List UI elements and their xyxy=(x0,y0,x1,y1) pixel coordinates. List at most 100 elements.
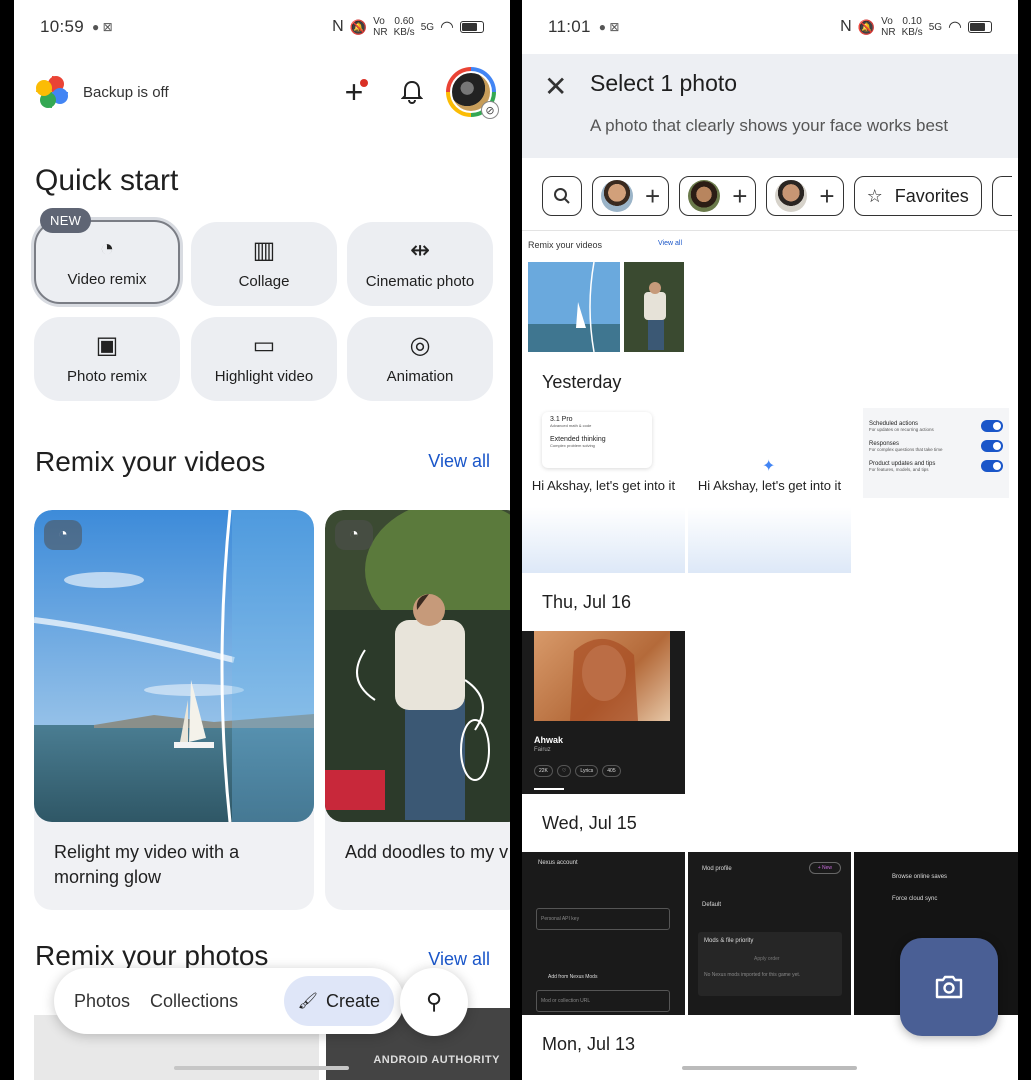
bottom-navigation: Photos Collections 🖌 Create xyxy=(54,968,404,1034)
doodle-image: ◔ xyxy=(325,510,510,822)
star-icon: ☆ xyxy=(866,185,883,206)
person-chip[interactable]: + xyxy=(766,176,844,216)
date-header: Mon, Jul 13 xyxy=(542,1034,636,1054)
nav-photos[interactable]: Photos xyxy=(64,991,140,1012)
net-speed: 0.10 KB/s xyxy=(901,16,923,38)
comment-count: 405 xyxy=(602,765,621,777)
thumb-text: For features, models, and tips xyxy=(869,466,929,472)
portrait-art xyxy=(570,638,638,721)
battery-icon xyxy=(968,21,992,33)
wifi-icon: ◠ xyxy=(440,19,454,36)
notifications-button[interactable] xyxy=(392,72,432,112)
photo-thumbnail[interactable] xyxy=(624,262,684,352)
remix-card-caption: Add doodles to my v xyxy=(345,842,509,862)
person-face xyxy=(775,180,808,212)
remix-videos-heading: Remix your videos xyxy=(35,446,266,477)
thumb-text: Extended thinking xyxy=(550,436,606,443)
quick-start-heading: Quick start xyxy=(35,164,179,197)
chip-highlight-video[interactable]: ▭ Highlight video xyxy=(191,317,337,401)
settings-row: Responses For complex questions that take… xyxy=(869,440,1003,452)
google-photos-logo-icon xyxy=(36,76,68,108)
view-all-photos-link[interactable]: View all xyxy=(428,949,490,970)
filter-chips: + + + ☆ Favorites xyxy=(542,176,1012,216)
camera-icon xyxy=(935,975,963,999)
status-time: 10:59 xyxy=(40,17,85,36)
chip-photo-remix[interactable]: ▣ Photo remix xyxy=(34,317,180,401)
photo-thumbnail[interactable]: Scheduled actions For updates on recurrin… xyxy=(863,408,1009,498)
song-actions: 22K ♡ Lyrics 405 xyxy=(534,765,621,777)
account-avatar[interactable]: ⊘ xyxy=(446,67,499,119)
nav-create[interactable]: 🖌 Create xyxy=(283,976,394,1026)
bell-icon xyxy=(401,80,423,104)
video-remix-badge-icon: ◔ xyxy=(335,520,373,550)
divider xyxy=(522,230,1018,231)
plus-icon: + xyxy=(732,181,748,211)
toggle-icon xyxy=(981,460,1003,472)
settings-row: Product updates and tips For features, mo… xyxy=(869,460,1003,472)
chip-animation[interactable]: ◎ Animation xyxy=(347,317,493,401)
thumb-text: Browse online saves xyxy=(892,874,948,880)
photo-thumbnail[interactable]: 3.1 Pro Advanced math & code Extended th… xyxy=(522,408,685,573)
toggle-icon xyxy=(981,440,1003,452)
cinematic-icon: ⇹ xyxy=(409,236,431,264)
search-chip[interactable] xyxy=(542,176,582,216)
thumb-text: Apply order xyxy=(754,956,780,962)
favorites-label: Favorites xyxy=(894,185,969,206)
photo-thumbnail[interactable]: Nexus account Personal API key Add from … xyxy=(522,852,685,1015)
brush-icon: 🖌 xyxy=(297,993,318,1010)
chip-video-remix[interactable]: NEW ◔ Video remix xyxy=(34,208,180,304)
thumb-text: + New xyxy=(808,862,841,874)
chip-label: Video remix xyxy=(67,270,147,288)
notification-dot xyxy=(360,79,368,87)
backup-status[interactable]: Backup is off xyxy=(83,84,169,101)
thumb-text: For updates on recurring actions xyxy=(869,426,934,432)
view-all-videos-link[interactable]: View all xyxy=(428,451,490,472)
priority-panel: Mods & file priority Apply order No Nexu… xyxy=(698,932,842,996)
picker-title: Select 1 photo xyxy=(590,70,738,96)
photo-thumbnail[interactable] xyxy=(528,262,620,352)
remix-card-relight[interactable]: ◔ Relight my video with a morning glow xyxy=(34,510,314,910)
notification-icons: ● ⊠ xyxy=(598,20,620,34)
toggle-icon xyxy=(981,420,1003,432)
signal-icon: 5G xyxy=(928,21,943,33)
animation-icon: ◎ xyxy=(409,331,431,359)
chip-label: Photo remix xyxy=(66,367,148,385)
thumb-text: Advanced math & code xyxy=(550,423,592,428)
volte-icon: Vo NR xyxy=(881,16,896,38)
camera-button[interactable] xyxy=(900,938,998,1036)
thumb-text: For complex questions that take time xyxy=(869,446,943,452)
status-indicators: Ν 🔕 Vo NR 0.60 KB/s 5G ◠ xyxy=(332,16,484,38)
remix-card-doodles[interactable]: ◔ Add doodles to my v xyxy=(325,510,510,910)
song-title: Ahwak xyxy=(534,735,564,745)
chip-cinematic-photo[interactable]: ⇹ Cinematic photo xyxy=(347,222,493,306)
sailboat-mini xyxy=(528,262,620,352)
person-chip[interactable]: + xyxy=(592,176,670,216)
ask-photos-button[interactable]: ⚲ xyxy=(400,968,468,1036)
net-speed: 0.60 KB/s xyxy=(393,16,415,38)
chip-label: Animation xyxy=(386,367,454,385)
photo-thumbnail[interactable]: Mod profile + New Default Mods & file pr… xyxy=(688,852,851,1015)
thumb-text: Remix your videos xyxy=(528,240,603,250)
thumb-text: Add from Nexus Mods xyxy=(548,974,598,980)
model-menu: 3.1 Pro Advanced math & code Extended th… xyxy=(542,412,652,468)
status-bar: 10:59 ● ⊠ Ν 🔕 Vo NR 0.60 KB/s 5G ◠ xyxy=(14,0,510,54)
signal-icon: 5G xyxy=(420,21,435,33)
add-button[interactable]: + xyxy=(334,72,374,112)
settings-row: Scheduled actions For updates on recurrin… xyxy=(869,420,1003,432)
thumb-text: No Nexus mods imported for this game yet… xyxy=(704,972,801,978)
nav-collections[interactable]: Collections xyxy=(140,991,248,1012)
photo-thumbnail[interactable]: Ahwak Fairuz 22K ♡ Lyrics 405 xyxy=(522,631,685,794)
picker-subtitle: A photo that clearly shows your face wor… xyxy=(590,116,949,135)
person-chip[interactable]: + xyxy=(679,176,757,216)
thumb-text: Mod or collection URL xyxy=(536,990,670,1012)
photo-remix-icon: ▣ xyxy=(95,331,119,359)
wifi-icon: ◠ xyxy=(948,19,962,36)
photo-thumbnail[interactable]: ✦ Hi Akshay, let's get into it xyxy=(688,408,851,573)
status-indicators: Ν 🔕 Vo NR 0.10 KB/s 5G ◠ xyxy=(840,16,992,38)
nfc-icon: Ν xyxy=(840,18,852,35)
more-chip[interactable] xyxy=(991,176,1012,216)
close-icon[interactable]: ✕ xyxy=(544,70,567,103)
thumb-text: Product updates and tips xyxy=(869,460,936,467)
chip-collage[interactable]: ▥ Collage xyxy=(191,222,337,306)
favorites-chip[interactable]: ☆ Favorites xyxy=(853,176,982,216)
